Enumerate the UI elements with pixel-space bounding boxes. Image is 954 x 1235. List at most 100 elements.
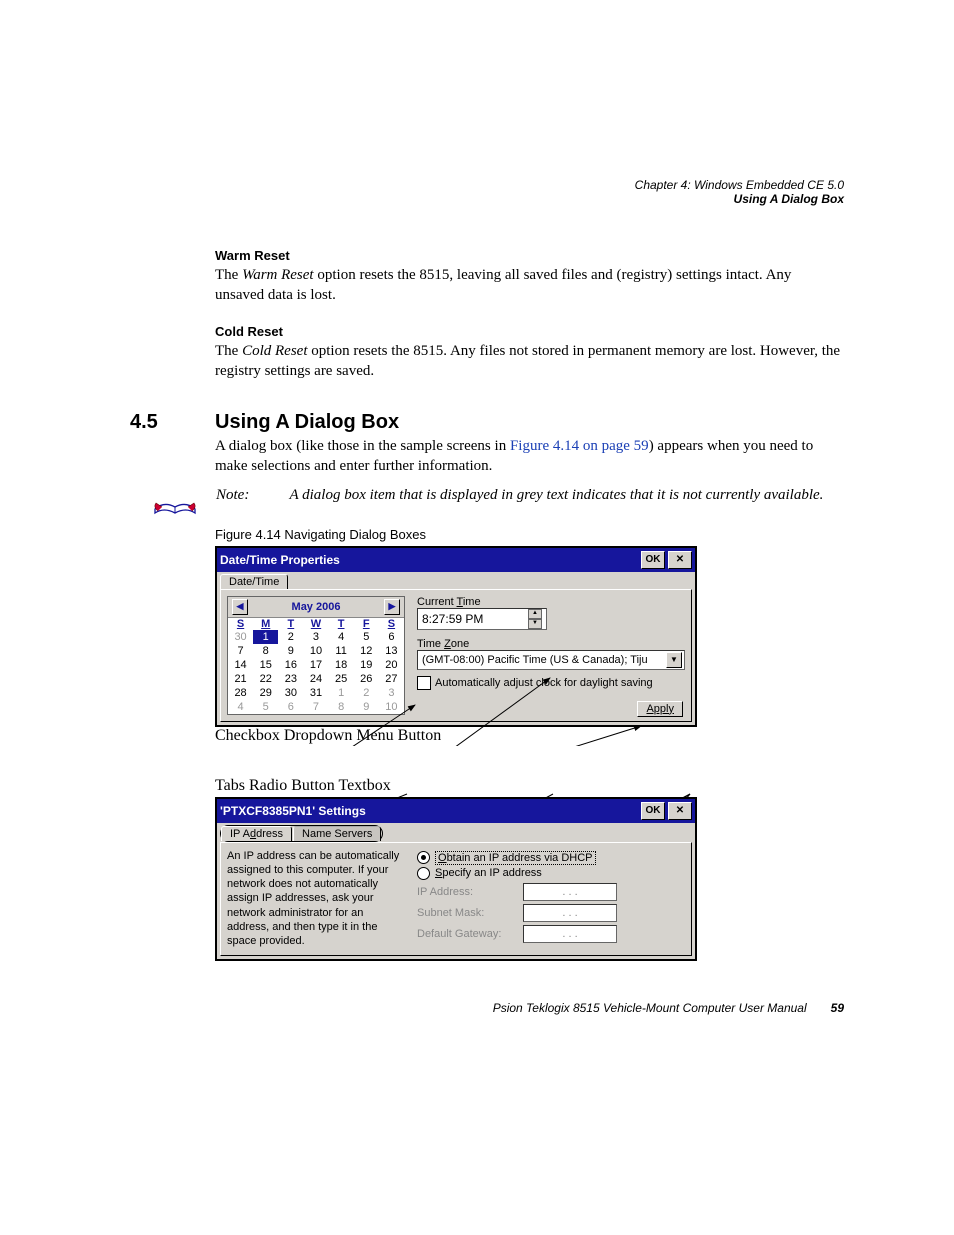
ok-button[interactable]: OK bbox=[641, 802, 665, 820]
footer-title: Psion Teklogix 8515 Vehicle-Mount Comput… bbox=[493, 1001, 807, 1015]
calendar-day[interactable]: 2 bbox=[354, 686, 379, 700]
time-input[interactable]: 8:27:59 PM ▲ ▼ bbox=[417, 608, 547, 630]
calendar-day[interactable]: 8 bbox=[329, 700, 354, 714]
calendar-day[interactable]: 10 bbox=[303, 644, 328, 658]
calendar-dow: T bbox=[278, 618, 303, 630]
calendar-day[interactable]: 10 bbox=[379, 700, 404, 714]
calendar-dow: F bbox=[354, 618, 379, 630]
close-button[interactable]: ✕ bbox=[668, 551, 692, 569]
calendar-day[interactable]: 1 bbox=[253, 630, 278, 644]
tabs-callout-circle: IP Address Name Servers bbox=[220, 825, 383, 842]
callout-textbox: Textbox bbox=[338, 777, 390, 794]
warm-reset-heading: Warm Reset bbox=[215, 248, 844, 263]
callout-radio: Radio Button bbox=[249, 777, 335, 794]
calendar-day[interactable]: 25 bbox=[329, 672, 354, 686]
calendar-day[interactable]: 13 bbox=[379, 644, 404, 658]
calendar-day[interactable]: 23 bbox=[278, 672, 303, 686]
dialog-title: 'PTXCF8385PN1' Settings bbox=[220, 804, 366, 818]
calendar-day[interactable]: 6 bbox=[379, 630, 404, 644]
calendar-dow: W bbox=[303, 618, 328, 630]
calendar-day[interactable]: 30 bbox=[228, 630, 253, 644]
default-gateway-label: Default Gateway: bbox=[417, 928, 517, 940]
calendar-day[interactable]: 9 bbox=[354, 700, 379, 714]
calendar-day[interactable]: 11 bbox=[329, 644, 354, 658]
calendar-day[interactable]: 17 bbox=[303, 658, 328, 672]
calendar-day[interactable]: 8 bbox=[253, 644, 278, 658]
calendar-next-button[interactable]: ▶ bbox=[384, 599, 400, 615]
tab-name-servers[interactable]: Name Servers bbox=[293, 826, 381, 841]
calendar-day[interactable]: 3 bbox=[303, 630, 328, 644]
subnet-mask-input[interactable]: . . . bbox=[523, 904, 617, 922]
ok-button[interactable]: OK bbox=[641, 551, 665, 569]
calendar[interactable]: ◀ May 2006 ▶ SMTWTFS30123456789101112131… bbox=[227, 596, 405, 715]
default-gateway-input[interactable]: . . . bbox=[523, 925, 617, 943]
ip-address-label: IP Address: bbox=[417, 886, 517, 898]
calendar-day[interactable]: 7 bbox=[228, 644, 253, 658]
figure-link[interactable]: Figure 4.14 on page 59 bbox=[510, 438, 649, 454]
calendar-day[interactable]: 6 bbox=[278, 700, 303, 714]
calendar-day[interactable]: 9 bbox=[278, 644, 303, 658]
calendar-dow: T bbox=[329, 618, 354, 630]
calendar-day[interactable]: 20 bbox=[379, 658, 404, 672]
radio-dhcp-label: Obtain an IP address via DHCP bbox=[435, 851, 596, 865]
calendar-day[interactable]: 27 bbox=[379, 672, 404, 686]
calendar-day[interactable]: 19 bbox=[354, 658, 379, 672]
header-section: Using A Dialog Box bbox=[635, 192, 844, 206]
calendar-day[interactable]: 1 bbox=[329, 686, 354, 700]
section-number: 4.5 bbox=[130, 411, 215, 434]
cold-reset-text: The Cold Reset option resets the 8515. A… bbox=[215, 341, 844, 382]
page-number: 59 bbox=[831, 1001, 844, 1015]
network-settings-dialog: 'PTXCF8385PN1' Settings OK ✕ IP Address … bbox=[215, 797, 697, 961]
calendar-day[interactable]: 18 bbox=[329, 658, 354, 672]
callout-button: Button bbox=[398, 727, 442, 744]
calendar-day[interactable]: 26 bbox=[354, 672, 379, 686]
cold-reset-heading: Cold Reset bbox=[215, 324, 844, 339]
warm-reset-text: The Warm Reset option resets the 8515, l… bbox=[215, 265, 844, 306]
subnet-mask-label: Subnet Mask: bbox=[417, 907, 517, 919]
callout-tabs: Tabs bbox=[215, 777, 245, 794]
calendar-day[interactable]: 2 bbox=[278, 630, 303, 644]
calendar-day[interactable]: 5 bbox=[354, 630, 379, 644]
close-button[interactable]: ✕ bbox=[668, 802, 692, 820]
figure-caption: Figure 4.14 Navigating Dialog Boxes bbox=[215, 527, 844, 542]
dst-checkbox[interactable] bbox=[417, 676, 431, 690]
calendar-day[interactable]: 14 bbox=[228, 658, 253, 672]
running-header: Chapter 4: Windows Embedded CE 5.0 Using… bbox=[635, 178, 844, 206]
radio-dhcp[interactable] bbox=[417, 851, 430, 864]
calendar-day[interactable]: 12 bbox=[354, 644, 379, 658]
timezone-dropdown[interactable]: (GMT-08:00) Pacific Time (US & Canada); … bbox=[417, 650, 685, 670]
date-time-dialog: Date/Time Properties OK ✕ Date/Time ◀ Ma… bbox=[215, 546, 697, 727]
calendar-dow: M bbox=[253, 618, 278, 630]
calendar-prev-button[interactable]: ◀ bbox=[232, 599, 248, 615]
tab-ip-address[interactable]: IP Address bbox=[221, 826, 292, 841]
note-book-icon bbox=[152, 487, 198, 517]
section-intro: A dialog box (like those in the sample s… bbox=[215, 436, 844, 477]
calendar-day[interactable]: 28 bbox=[228, 686, 253, 700]
callout-checkbox: Checkbox bbox=[215, 727, 280, 744]
time-spin-down[interactable]: ▼ bbox=[528, 619, 542, 629]
calendar-day[interactable]: 3 bbox=[379, 686, 404, 700]
calendar-day[interactable]: 21 bbox=[228, 672, 253, 686]
calendar-day[interactable]: 29 bbox=[253, 686, 278, 700]
dropdown-arrow-icon[interactable]: ▼ bbox=[666, 652, 682, 668]
time-spin-up[interactable]: ▲ bbox=[528, 609, 542, 619]
radio-specify[interactable] bbox=[417, 867, 430, 880]
calendar-month: May 2006 bbox=[292, 601, 341, 613]
tab-date-time[interactable]: Date/Time bbox=[220, 574, 288, 589]
timezone-label: Time Zone bbox=[417, 638, 685, 650]
radio-specify-label: Specify an IP address bbox=[435, 867, 542, 879]
apply-button[interactable]: Apply bbox=[637, 701, 683, 717]
calendar-day[interactable]: 4 bbox=[228, 700, 253, 714]
ip-address-input[interactable]: . . . bbox=[523, 883, 617, 901]
calendar-day[interactable]: 24 bbox=[303, 672, 328, 686]
calendar-day[interactable]: 31 bbox=[303, 686, 328, 700]
ip-description: An IP address can be automatically assig… bbox=[227, 849, 407, 949]
calendar-day[interactable]: 15 bbox=[253, 658, 278, 672]
calendar-day[interactable]: 22 bbox=[253, 672, 278, 686]
calendar-day[interactable]: 5 bbox=[253, 700, 278, 714]
calendar-day[interactable]: 4 bbox=[329, 630, 354, 644]
calendar-day[interactable]: 16 bbox=[278, 658, 303, 672]
calendar-day[interactable]: 30 bbox=[278, 686, 303, 700]
dst-label: Automatically adjust clock for daylight … bbox=[435, 677, 653, 689]
calendar-day[interactable]: 7 bbox=[303, 700, 328, 714]
